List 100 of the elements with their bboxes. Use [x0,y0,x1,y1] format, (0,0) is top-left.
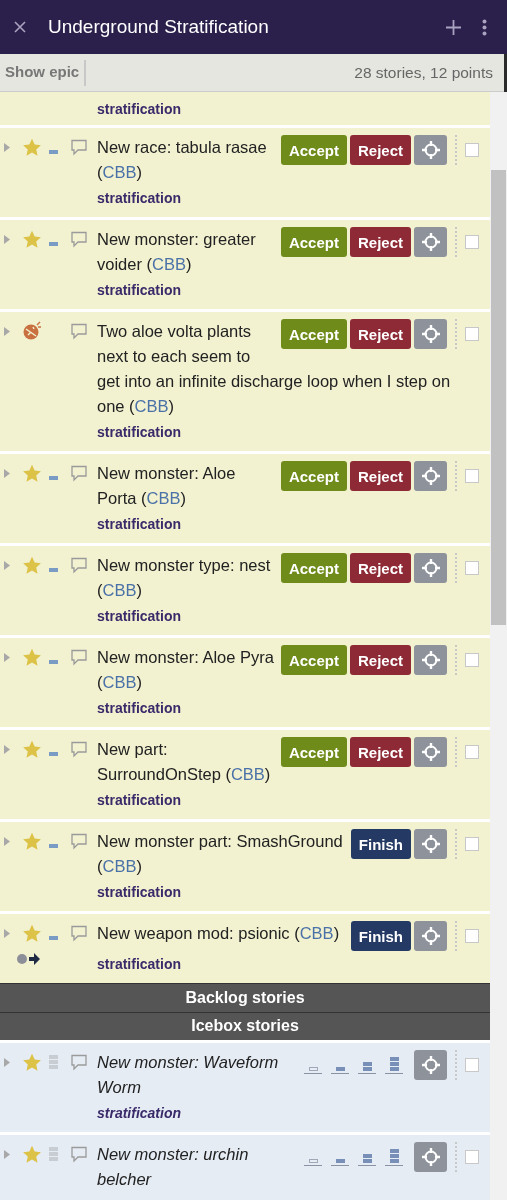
estimate-icon[interactable] [48,936,58,941]
expand-icon[interactable] [4,326,10,336]
estimate-icon[interactable] [48,150,58,155]
comment-icon[interactable] [70,138,88,156]
comment-icon[interactable] [70,230,88,248]
star-icon[interactable] [22,1144,42,1164]
accept-button[interactable]: Accept [280,227,347,258]
epic-label[interactable]: stratification [97,882,479,904]
story-title[interactable]: New weapon mod: psionic (CBB) [97,921,347,947]
story-checkbox[interactable] [465,143,479,158]
section-header[interactable]: Backlog stories [0,983,490,1012]
star-icon[interactable] [22,831,42,851]
tag-link[interactable]: CBB [102,581,137,600]
estimate-option[interactable] [385,1148,403,1166]
move-button[interactable] [414,737,447,768]
story-title[interactable]: New monster type: nest (CBB) [97,553,277,604]
story-checkbox[interactable] [465,235,479,250]
comment-icon[interactable] [70,1145,88,1163]
tag-link[interactable]: CBB [134,397,169,416]
accept-button[interactable]: Accept [280,553,347,584]
move-button[interactable] [414,461,447,492]
accept-button[interactable]: Accept [280,319,347,350]
epic-label[interactable]: stratification [97,606,479,628]
more-icon[interactable] [482,18,487,36]
story-title[interactable]: New part: SurroundOnStep (CBB) [97,737,277,788]
star-icon[interactable] [22,555,42,575]
move-button[interactable] [414,227,447,258]
reject-button[interactable]: Reject [349,553,411,584]
expand-icon[interactable] [4,560,10,570]
comment-icon[interactable] [70,556,88,574]
story-title[interactable]: New monster: Waveform Worm [97,1050,300,1100]
show-epic-button[interactable]: Show epic [0,59,87,86]
expand-icon[interactable] [4,1149,10,1159]
bug-icon[interactable] [22,321,42,342]
move-button[interactable] [414,829,447,860]
finish-button[interactable]: Finish [350,921,411,952]
story-checkbox[interactable] [465,1058,479,1072]
section-header[interactable]: Icebox stories [0,1011,490,1040]
comment-icon[interactable] [70,924,88,942]
estimate-icon[interactable] [48,242,58,247]
comment-icon[interactable] [70,1053,88,1071]
epic-label[interactable]: stratification [97,101,181,117]
move-button[interactable] [414,921,447,952]
tag-link[interactable]: CBB [146,489,181,508]
estimate-icon[interactable] [48,568,58,573]
blocker-icon[interactable] [16,953,41,966]
expand-icon[interactable] [4,836,10,846]
epic-label[interactable]: stratification [97,954,479,976]
scrollbar[interactable] [490,92,507,1200]
story-title[interactable]: New race: tabula rasae (CBB) [97,135,277,186]
accept-button[interactable]: Accept [280,461,347,492]
expand-icon[interactable] [4,468,10,478]
comment-icon[interactable] [70,464,88,482]
expand-icon[interactable] [4,744,10,754]
epic-label[interactable]: stratification [97,698,479,720]
star-icon[interactable] [22,923,42,943]
comment-icon[interactable] [70,322,88,340]
expand-icon[interactable] [4,928,10,938]
story-checkbox[interactable] [465,653,479,668]
reject-button[interactable]: Reject [349,737,411,768]
tag-link[interactable]: CBB [102,163,137,182]
reject-button[interactable]: Reject [349,461,411,492]
story-checkbox[interactable] [465,929,479,944]
story-title[interactable]: New monster: urchin belcher [97,1142,300,1192]
move-button[interactable] [414,135,447,166]
epic-label[interactable]: stratification [97,188,479,210]
estimate-icon[interactable] [48,476,58,481]
story-title[interactable]: New monster: greater voider (CBB) [97,227,277,278]
story-checkbox[interactable] [465,745,479,760]
tag-link[interactable]: CBB [230,765,265,784]
estimate-option[interactable] [385,1056,403,1074]
story-title[interactable]: New monster: Aloe Pyra (CBB) [97,645,277,696]
expand-icon[interactable] [4,1057,10,1067]
estimate-icon[interactable] [48,1147,58,1161]
comment-icon[interactable] [70,740,88,758]
tag-link[interactable]: CBB [102,857,137,876]
expand-icon[interactable] [4,142,10,152]
move-button[interactable] [414,1142,447,1172]
star-icon[interactable] [22,463,42,483]
reject-button[interactable]: Reject [349,319,411,350]
story-title[interactable]: New monster part: SmashGround (CBB) [97,829,347,880]
epic-label[interactable]: stratification [97,1103,479,1124]
story-title[interactable]: New monster: Aloe Porta (CBB) [97,461,277,512]
reject-button[interactable]: Reject [349,227,411,258]
estimate-icon[interactable] [48,660,58,665]
finish-button[interactable]: Finish [350,829,411,860]
comment-icon[interactable] [70,832,88,850]
story-checkbox[interactable] [465,469,479,484]
expand-icon[interactable] [4,652,10,662]
story-title[interactable]: get into an infinite discharge loop when I step on one (CBB) [97,369,479,420]
tag-link[interactable]: CBB [299,924,334,943]
reject-button[interactable]: Reject [349,135,411,166]
tag-link[interactable]: CBB [102,673,137,692]
story-checkbox[interactable] [465,837,479,852]
move-button[interactable] [414,319,447,350]
accept-button[interactable]: Accept [280,645,347,676]
epic-label[interactable]: stratification [97,280,479,302]
story-checkbox[interactable] [465,1150,479,1164]
star-icon[interactable] [22,1052,42,1072]
estimate-icon[interactable] [48,1055,58,1069]
